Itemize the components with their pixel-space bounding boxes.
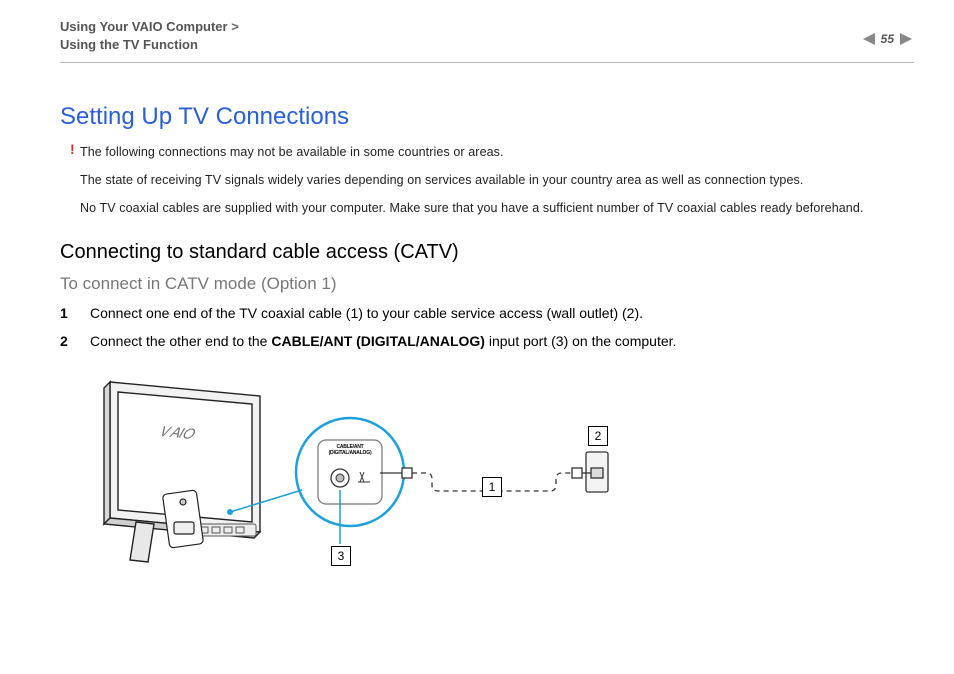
page-content: Setting Up TV Connections ! The followin… xyxy=(0,63,954,581)
sub-heading: To connect in CATV mode (Option 1) xyxy=(60,274,914,294)
vaio-logo: 𝑉𝐴𝐼𝑂 xyxy=(160,423,197,442)
page-number: 55 xyxy=(881,32,894,46)
step-text-bold: CABLE/ANT (DIGITAL/ANALOG) xyxy=(271,333,485,349)
page-title: Setting Up TV Connections xyxy=(60,103,914,131)
port-label-line2: (DIGITAL/ANALOG) xyxy=(318,450,382,456)
warning-block: ! The following connections may not be a… xyxy=(60,145,914,159)
breadcrumb-line1: Using Your VAIO Computer xyxy=(60,19,228,34)
connection-diagram: 𝑉𝐴𝐼𝑂 xyxy=(80,372,610,582)
note-text: No TV coaxial cables are supplied with y… xyxy=(80,201,914,215)
step-text-pre: Connect the other end to the xyxy=(90,333,271,349)
breadcrumb-line2: Using the TV Function xyxy=(60,37,198,52)
warning-icon: ! xyxy=(70,141,75,157)
nav-next-icon[interactable] xyxy=(900,33,914,45)
step-text: Connect one end of the TV coaxial cable … xyxy=(90,305,643,321)
diagram-callout-3: 3 xyxy=(331,546,351,566)
page-header: Using Your VAIO Computer > Using the TV … xyxy=(0,0,954,62)
nav-prev-icon[interactable] xyxy=(861,33,875,45)
section-heading: Connecting to standard cable access (CAT… xyxy=(60,241,914,264)
page-navigation: 55 xyxy=(861,18,914,46)
step-item: Connect one end of the TV coaxial cable … xyxy=(60,304,914,324)
step-text-post: input port (3) on the computer. xyxy=(485,333,676,349)
breadcrumb: Using Your VAIO Computer > Using the TV … xyxy=(60,18,239,54)
diagram-callout-1: 1 xyxy=(482,477,502,497)
breadcrumb-separator: > xyxy=(231,19,239,34)
note-text: The state of receiving TV signals widely… xyxy=(80,173,914,187)
diagram-callout-2: 2 xyxy=(588,426,608,446)
steps-list: Connect one end of the TV coaxial cable … xyxy=(60,304,914,351)
note-text: The following connections may not be ava… xyxy=(80,145,914,159)
step-item: Connect the other end to the CABLE/ANT (… xyxy=(60,332,914,352)
